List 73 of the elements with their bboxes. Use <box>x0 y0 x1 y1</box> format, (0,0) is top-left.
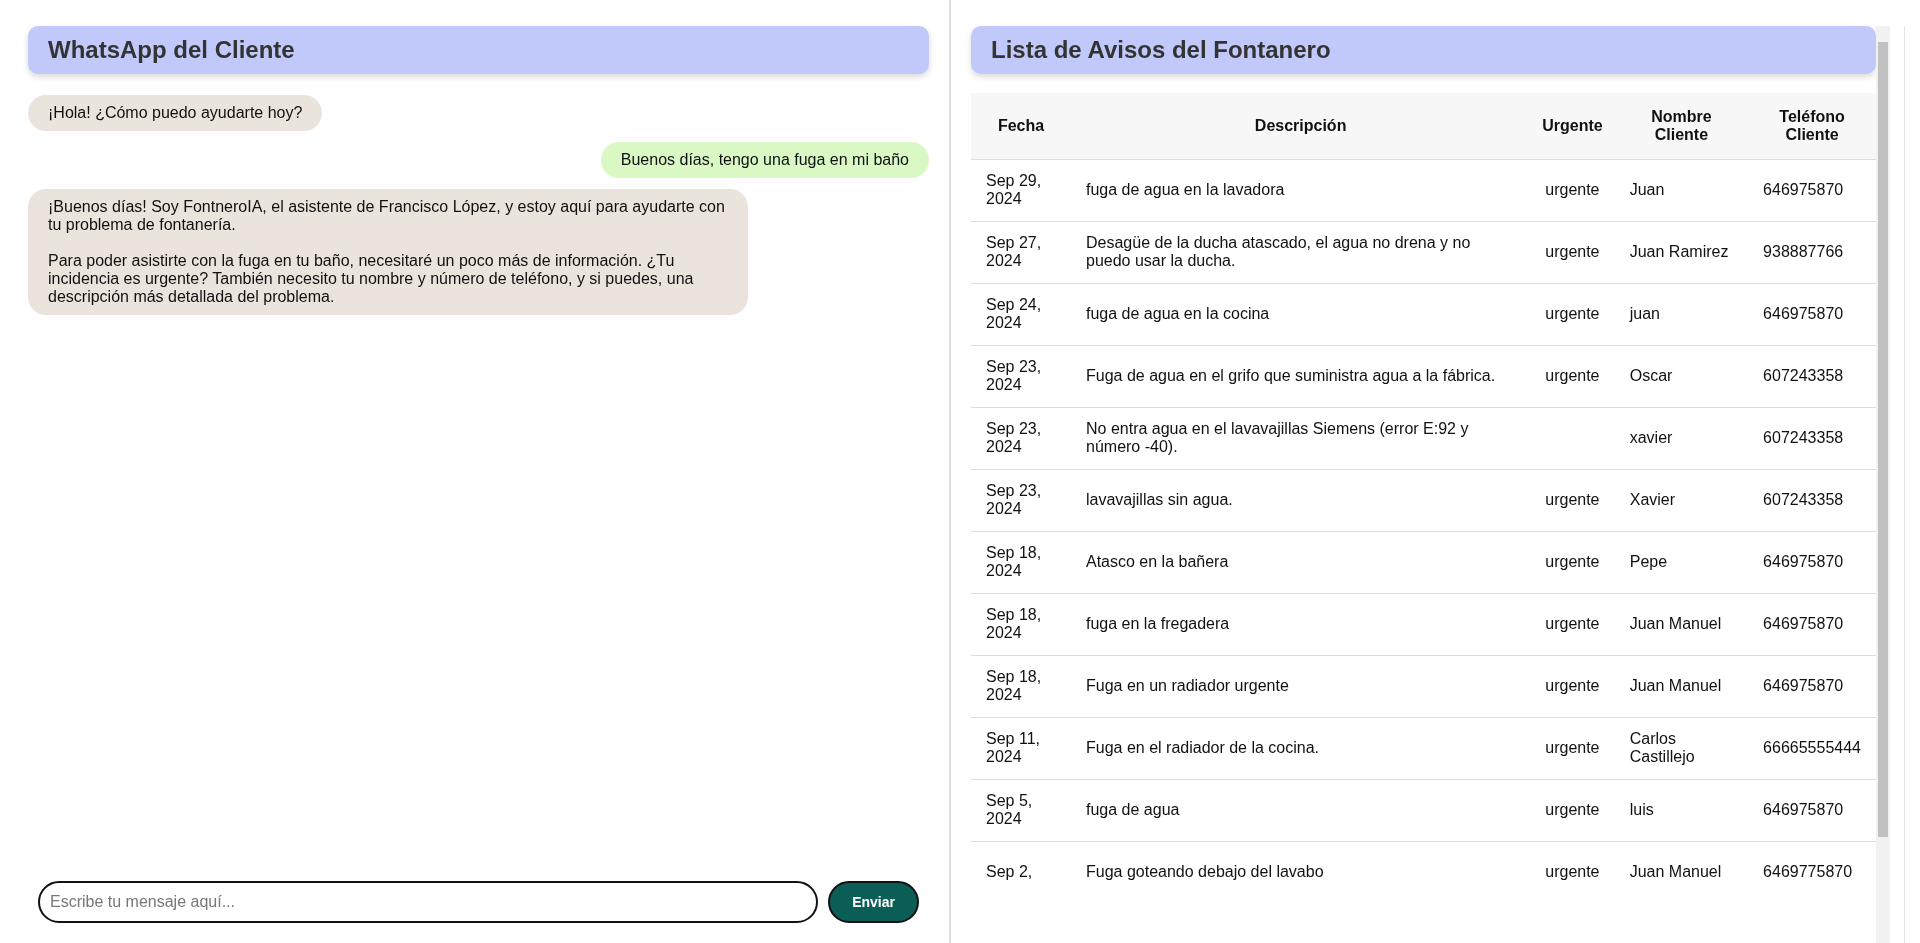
table-cell: 646975870 <box>1763 305 1844 322</box>
table-cell: Juan Manuel <box>1629 677 1722 694</box>
table-cell: urgente <box>1545 367 1600 384</box>
table-cell: juan <box>1629 305 1660 322</box>
table-cell: Sep 27, 2024 <box>986 234 1042 269</box>
table-cell: fuga de agua en la lavadora <box>1086 181 1285 198</box>
table-cell: Sep 18, 2024 <box>986 668 1042 703</box>
table-cell: 646975870 <box>1763 181 1844 198</box>
table-cell: Sep 18, 2024 <box>986 544 1042 579</box>
table-cell: Carlos Castillejo <box>1629 730 1695 765</box>
table-cell: Sep 11, 2024 <box>986 730 1040 765</box>
table-cell: 646975870 <box>1763 801 1844 818</box>
table-cell: Sep 29, 2024 <box>986 172 1042 207</box>
table-cell: urgente <box>1545 615 1600 632</box>
table-cell: urgente <box>1545 491 1600 508</box>
table-cell: xavier <box>1629 429 1673 446</box>
table-cell: Juan Ramirez <box>1629 243 1729 260</box>
table-cell: Fuga goteando debajo del lavabo <box>1086 863 1324 881</box>
table-cell: 66665555444 <box>1763 739 1861 756</box>
table-cell: 646975870 <box>1763 677 1844 694</box>
table-cell: lavavajillas sin agua. <box>1086 491 1233 508</box>
table-cell: urgente <box>1545 863 1600 881</box>
table-cell: Sep 24, 2024 <box>986 296 1042 331</box>
table-cell: No entra agua en el lavavajillas Siemens (error E:92 y número -40). <box>1086 420 1469 455</box>
table-cell: Sep 23, 2024 <box>986 358 1042 393</box>
table-cell: luis <box>1629 801 1654 818</box>
table-cell: 607243358 <box>1763 429 1844 446</box>
message-text: ¡Buenos días! Soy FontneroIA, el asistente de Francisco López, y estoy aquí para ayudarte con tu problema de fontanería. <box>48 198 726 234</box>
table-cell: urgente <box>1545 739 1600 756</box>
table-cell: 607243358 <box>1763 491 1844 508</box>
message-text: ¡Hola! ¿Cómo puedo ayudarte hoy? <box>48 104 303 122</box>
notices-title: Lista de Avisos del Fontanero <box>971 26 1876 74</box>
table-cell: Oscar <box>1629 367 1673 384</box>
column-header: Teléfono Cliente <box>1748 93 1876 159</box>
table-cell: Atasco en la bañera <box>1086 553 1229 570</box>
table-cell: Fuga en el radiador de la cocina. <box>1086 739 1320 756</box>
table-cell: urgente <box>1545 801 1600 818</box>
table-cell: fuga en la fregadera <box>1086 615 1230 632</box>
table-cell: 646975870 <box>1763 553 1844 570</box>
table-cell: urgente <box>1545 677 1600 694</box>
table-cell: Juan <box>1629 181 1665 198</box>
table-cell: Pepe <box>1629 553 1668 570</box>
table-cell: Sep 23, 2024 <box>986 420 1042 455</box>
table-cell: urgente <box>1545 553 1600 570</box>
table-cell: Sep 5, 2024 <box>986 792 1033 827</box>
table-cell: Fuga en un radiador urgente <box>1086 677 1289 694</box>
column-header: Urgente <box>1530 93 1615 159</box>
table-cell: Juan Manuel <box>1629 615 1722 632</box>
table-cell: urgente <box>1545 181 1600 198</box>
table-cell: urgente <box>1545 305 1600 322</box>
table-cell: Sep 18, 2024 <box>986 606 1042 641</box>
table-cell: 938887766 <box>1763 243 1844 260</box>
table-cell: 607243358 <box>1763 367 1844 384</box>
table-cell: Sep 2, <box>986 863 1033 881</box>
send-button[interactable]: Enviar <box>828 881 919 923</box>
message-input[interactable]: Escribe tu mensaje aquí... <box>38 881 819 923</box>
table-cell: fuga de agua <box>1086 801 1180 818</box>
table-cell: Fuga de agua en el grifo que suministra agua a la fábrica. <box>1086 367 1496 384</box>
table-cell: Xavier <box>1629 491 1676 508</box>
message-text: Para poder asistirte con la fuga en tu baño, necesitaré un poco más de información. ¿Tu incidencia es urgente? También necesito tu nombre y número de teléfono, y si puedes, una descripción más detallada del problema. <box>48 252 695 306</box>
scrollbar[interactable] <box>1876 26 1890 943</box>
chat-title: WhatsApp del Cliente <box>28 26 929 74</box>
column-header: Nombre Cliente <box>1614 93 1749 159</box>
table-cell: 646975870 <box>1763 615 1844 632</box>
table-cell: fuga de agua en la cocina <box>1086 305 1270 322</box>
table-cell: Desagüe de la ducha atascado, el agua no drena y no puedo usar la ducha. <box>1086 234 1471 269</box>
column-header: Fecha <box>971 93 1071 159</box>
table-cell: urgente <box>1545 243 1600 260</box>
table-cell: Sep 23, 2024 <box>986 482 1042 517</box>
table-cell: Juan Manuel <box>1629 863 1722 881</box>
message-text: Buenos días, tengo una fuga en mi baño <box>620 151 909 169</box>
column-header: Descripción <box>1071 93 1531 159</box>
table-cell: 6469775870 <box>1763 863 1853 881</box>
